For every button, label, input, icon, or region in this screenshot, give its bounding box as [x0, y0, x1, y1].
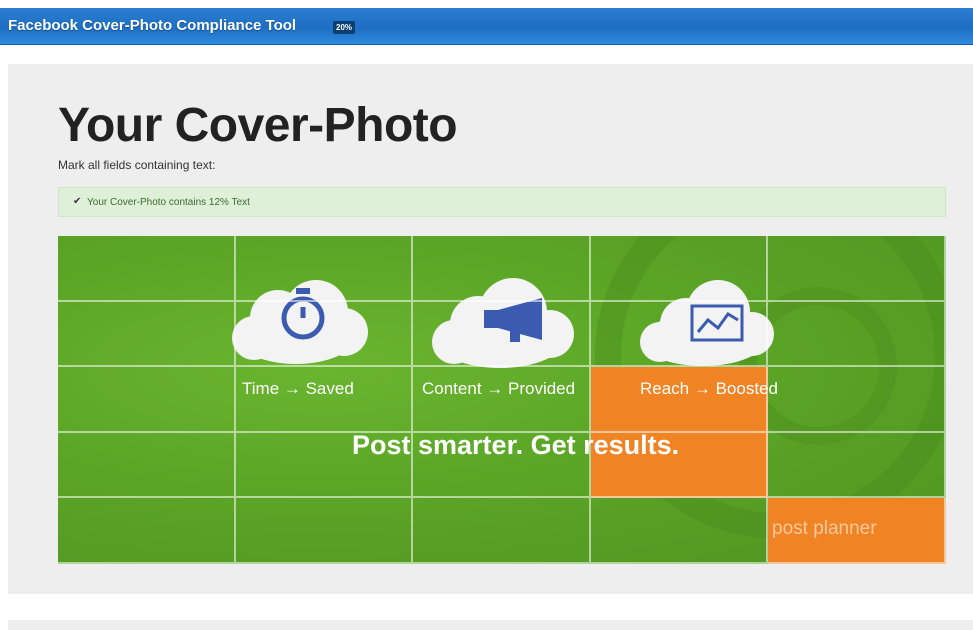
grid-cell[interactable]	[58, 236, 236, 302]
grid-cell[interactable]	[413, 236, 591, 302]
checkmark-icon: ✔	[73, 196, 82, 207]
grid-cell[interactable]	[768, 301, 946, 368]
grid-cell[interactable]	[58, 301, 236, 368]
grid-cell[interactable]	[768, 236, 946, 302]
caption-time: Time → Saved	[242, 379, 354, 398]
grid-cell[interactable]	[590, 498, 769, 564]
grid-cell[interactable]	[235, 367, 414, 433]
top-bar: Facebook Cover-Photo Compliance Tool 20%	[0, 8, 973, 45]
page-title: Your Cover-Photo	[58, 99, 458, 152]
grid-cell[interactable]	[58, 498, 236, 564]
percent-badge: 20%	[333, 21, 356, 34]
caption-reach: Reach → Boosted	[640, 379, 778, 398]
grid-cell[interactable]	[235, 301, 414, 368]
grid-cell[interactable]	[413, 367, 591, 433]
grid-cell[interactable]	[58, 367, 236, 433]
result-alert: ✔ Your Cover-Photo contains 12% Text	[58, 187, 946, 217]
selection-grid	[58, 236, 946, 564]
grid-cell[interactable]	[235, 498, 414, 564]
grid-cell[interactable]	[768, 432, 946, 499]
grid-cell[interactable]	[413, 498, 591, 564]
grid-cell[interactable]	[235, 236, 414, 302]
grid-cell[interactable]	[413, 301, 591, 368]
secondary-panel	[8, 620, 973, 630]
brand-logo-text: post planner	[772, 518, 877, 539]
caption-content: Content → Provided	[422, 379, 576, 398]
grid-cell[interactable]	[590, 367, 769, 433]
grid-cell[interactable]	[590, 236, 769, 302]
grid-cell[interactable]	[768, 367, 946, 433]
result-text: Your Cover-Photo contains 12% Text	[87, 197, 250, 208]
grid-cell[interactable]	[590, 301, 769, 368]
app-title: Facebook Cover-Photo Compliance Tool	[8, 17, 297, 34]
cover-photo: Time → Saved Content → Provided Reach → …	[58, 236, 946, 564]
instruction-text: Mark all fields containing text:	[58, 158, 216, 172]
tagline: Post smarter. Get results.	[352, 430, 680, 460]
grid-cell[interactable]	[58, 432, 236, 499]
